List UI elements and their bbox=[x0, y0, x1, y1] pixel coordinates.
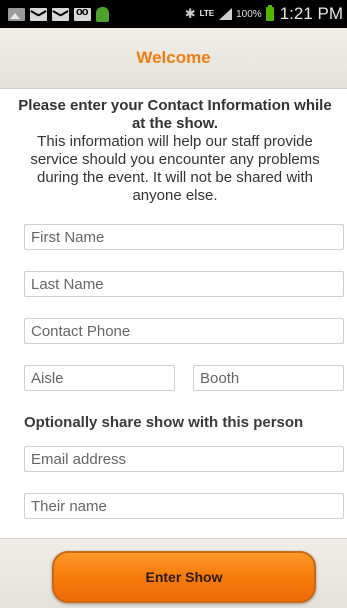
battery-percent: 100% bbox=[236, 8, 262, 20]
signal-icon bbox=[218, 8, 233, 20]
enter-show-button[interactable]: Enter Show bbox=[52, 551, 316, 603]
page-title: Welcome bbox=[136, 48, 211, 67]
booth-input[interactable] bbox=[193, 365, 344, 391]
image-icon bbox=[8, 7, 25, 21]
battery-icon bbox=[265, 5, 274, 21]
first-name-input[interactable] bbox=[24, 224, 344, 250]
system-icons: ✱ LTE 100% 1:21 PM bbox=[185, 3, 343, 25]
mail-icon bbox=[30, 7, 47, 21]
bottom-bar: Enter Show bbox=[0, 538, 347, 608]
their-name-input[interactable] bbox=[24, 493, 344, 519]
email-input[interactable] bbox=[24, 446, 344, 472]
notification-icons bbox=[8, 5, 109, 23]
intro-text: Please enter your Contact Information wh… bbox=[14, 97, 336, 205]
intro-heading: Please enter your Contact Information wh… bbox=[18, 97, 332, 132]
voicemail-icon bbox=[74, 6, 91, 21]
mail-icon bbox=[52, 7, 69, 21]
aisle-input[interactable] bbox=[24, 365, 175, 391]
clock: 1:21 PM bbox=[279, 4, 343, 23]
title-bar: Welcome bbox=[0, 28, 347, 89]
status-bar: ✱ LTE 100% 1:21 PM bbox=[0, 0, 347, 28]
bluetooth-icon: ✱ bbox=[184, 6, 196, 21]
intro-body: This information will help our staff pro… bbox=[30, 133, 320, 204]
share-section-label: Optionally share show with this person bbox=[24, 414, 304, 431]
android-icon bbox=[96, 6, 109, 22]
last-name-input[interactable] bbox=[24, 271, 344, 297]
contact-phone-input[interactable] bbox=[24, 318, 344, 344]
network-type: LTE bbox=[199, 9, 215, 18]
